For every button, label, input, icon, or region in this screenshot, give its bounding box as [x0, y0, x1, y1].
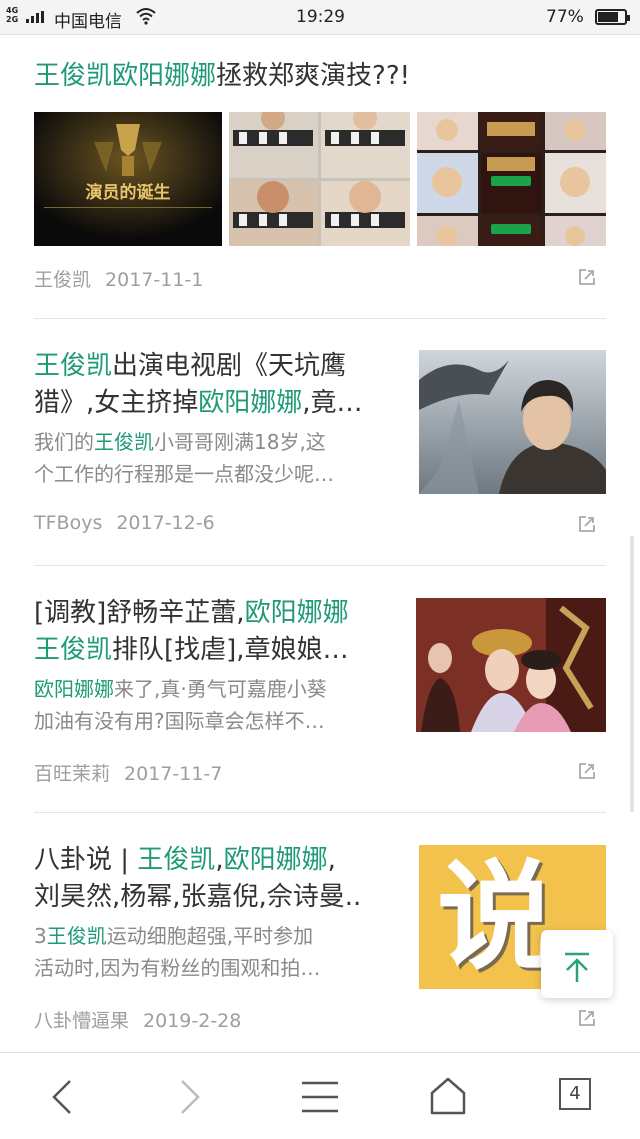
highlight-keyword: 王俊凯: [137, 845, 216, 875]
text-segment: 我们的: [34, 430, 94, 454]
share-icon[interactable]: [578, 1009, 596, 1027]
news-item[interactable]: [调教]舒畅辛芷蕾,欧阳娜娜 王俊凯排队[找虐],章娘娘… 欧阳娜娜来了,真·勇气…: [34, 595, 404, 737]
highlight-keyword: 欧阳娜娜: [34, 677, 114, 701]
text-segment: ,竟…: [302, 388, 363, 418]
divider: [34, 565, 606, 566]
highlight-keyword: 王俊凯: [94, 430, 154, 454]
text-segment: ,: [215, 845, 224, 875]
highlight-keyword: 欧阳娜娜: [244, 598, 349, 628]
network-type: 4G 2G: [6, 6, 19, 24]
text-segment: ,: [327, 845, 336, 875]
article-title[interactable]: [调教]舒畅辛芷蕾,欧阳娜娜 王俊凯排队[找虐],章娘娘…: [34, 595, 404, 669]
image-glyph: 说: [437, 848, 556, 986]
title-line: [调教]舒畅辛芷蕾,欧阳娜娜: [34, 595, 404, 632]
text-segment: 来了,真·勇气可嘉鹿小葵: [114, 677, 327, 701]
article-date: 2017-11-7: [124, 763, 223, 785]
share-icon[interactable]: [578, 268, 596, 286]
article-image[interactable]: [417, 112, 606, 246]
signal-icon: [26, 11, 46, 23]
summary-line: 我们的王俊凯小哥哥刚满18岁,这: [34, 426, 404, 458]
article-summary: 我们的王俊凯小哥哥刚满18岁,这个工作的行程那是一点都没少呢…: [34, 426, 404, 490]
highlight-keyword: 欧阳娜娜: [198, 388, 303, 418]
article-date: 2017-11-1: [105, 269, 204, 291]
divider: [34, 318, 606, 319]
forward-icon[interactable]: [164, 1071, 216, 1123]
back-icon[interactable]: [36, 1071, 88, 1123]
article-date: 2019-2-28: [143, 1010, 242, 1032]
back-to-top-button[interactable]: [541, 930, 613, 998]
summary-line: 个工作的行程那是一点都没少呢…: [34, 462, 334, 486]
home-icon[interactable]: [422, 1071, 474, 1123]
article-summary: 3王俊凯运动细胞超强,平时参加活动时,因为有粉丝的围观和拍…: [34, 920, 409, 984]
article-title[interactable]: 王俊凯出演电视剧《天坑鹰 猎》,女主挤掉欧阳娜娜,竟…: [34, 348, 404, 422]
title-line: 王俊凯出演电视剧《天坑鹰: [34, 348, 404, 385]
highlight-keyword: 王俊凯: [34, 351, 113, 381]
status-bar: 4G 2G 中国电信 19:29 77%: [0, 0, 640, 35]
news-item[interactable]: 王俊凯欧阳娜娜拯救郑爽演技??!: [34, 58, 606, 95]
text-segment: 3: [34, 924, 47, 948]
text-segment: 运动细胞超强,平时参加: [106, 924, 314, 948]
arrow-up-icon: [565, 952, 589, 982]
carrier-name: 中国电信: [54, 12, 122, 32]
news-item[interactable]: 王俊凯出演电视剧《天坑鹰 猎》,女主挤掉欧阳娜娜,竟… 我们的王俊凯小哥哥刚满18…: [34, 348, 404, 490]
article-summary: 欧阳娜娜来了,真·勇气可嘉鹿小葵加油有没有用?国际章会怎样不…: [34, 673, 404, 737]
article-source: 八卦懵逼果: [34, 1010, 130, 1032]
battery-percent: 77%: [546, 7, 584, 27]
article-meta: TFBoys 2017-12-6: [34, 512, 215, 534]
news-item[interactable]: 八卦说 | 王俊凯,欧阳娜娜, 刘昊然,杨幂,张嘉倪,佘诗曼.. 3王俊凯运动细…: [34, 842, 409, 984]
article-title[interactable]: 八卦说 | 王俊凯,欧阳娜娜,: [34, 842, 409, 879]
article-image[interactable]: 演员的诞生: [34, 112, 222, 246]
text-segment: 排队[找虐],章娘娘…: [112, 635, 349, 665]
image-caption: 演员的诞生: [85, 183, 171, 203]
text-segment: 猎》,女主挤掉: [34, 388, 199, 418]
title-line: 猎》,女主挤掉欧阳娜娜,竟…: [34, 385, 404, 422]
summary-line: 欧阳娜娜来了,真·勇气可嘉鹿小葵: [34, 673, 404, 705]
title-line: 王俊凯欧阳娜娜拯救郑爽演技??!: [34, 58, 606, 95]
highlight-keyword: 王俊凯: [34, 635, 113, 665]
summary-line: 活动时,因为有粉丝的围观和拍…: [34, 956, 321, 980]
menu-icon[interactable]: [294, 1071, 346, 1123]
highlight-keyword: 欧阳娜娜: [223, 845, 328, 875]
bottom-nav-bar: [0, 1052, 640, 1139]
text-segment: 拯救郑爽演技??!: [216, 61, 411, 91]
title-line: 王俊凯排队[找虐],章娘娘…: [34, 632, 404, 669]
article-meta: 百旺茉莉 2017-11-7: [34, 759, 222, 786]
summary-line: 加油有没有用?国际章会怎样不…: [34, 709, 325, 733]
share-icon[interactable]: [578, 515, 596, 533]
highlight-keyword: 王俊凯: [46, 924, 107, 948]
article-date: 2017-12-6: [116, 512, 215, 534]
article-title[interactable]: 王俊凯欧阳娜娜拯救郑爽演技??!: [34, 58, 606, 95]
share-icon[interactable]: [578, 762, 596, 780]
text-segment: [调教]舒畅辛芷蕾,: [34, 598, 245, 628]
eagle-portrait-image: [419, 350, 606, 494]
article-image[interactable]: [419, 350, 606, 494]
clock: 19:29: [296, 7, 345, 27]
article-source: TFBoys: [34, 512, 103, 534]
battery-icon: [595, 9, 630, 25]
text-segment: 小哥哥刚满18岁,这: [154, 430, 326, 454]
article-title-line2: 刘昊然,杨幂,张嘉倪,佘诗曼..: [34, 882, 362, 912]
divider: [34, 812, 606, 813]
text-segment: 八卦说 |: [34, 845, 138, 875]
article-meta: 八卦懵逼果 2019-2-28: [34, 1006, 241, 1033]
cast-photo-grid-image: [417, 112, 606, 246]
highlight-keyword: 王俊凯欧阳娜娜: [34, 61, 217, 91]
article-source: 百旺茉莉: [34, 763, 111, 785]
text-segment: 出演电视剧《天坑鹰: [112, 351, 347, 381]
summary-line: 3王俊凯运动细胞超强,平时参加: [34, 920, 409, 952]
title-line: 八卦说 | 王俊凯,欧阳娜娜,: [34, 842, 409, 879]
tabs-button[interactable]: 4: [559, 1078, 591, 1110]
article-meta: 王俊凯 2017-11-1: [34, 265, 203, 292]
article-source: 王俊凯: [34, 269, 92, 291]
clapperboard-grid-image: [229, 112, 410, 246]
scrollbar[interactable]: [630, 536, 634, 812]
article-image[interactable]: [229, 112, 410, 246]
article-image[interactable]: [416, 598, 606, 732]
wifi-icon: [136, 8, 156, 25]
costume-drama-image: [416, 598, 606, 732]
